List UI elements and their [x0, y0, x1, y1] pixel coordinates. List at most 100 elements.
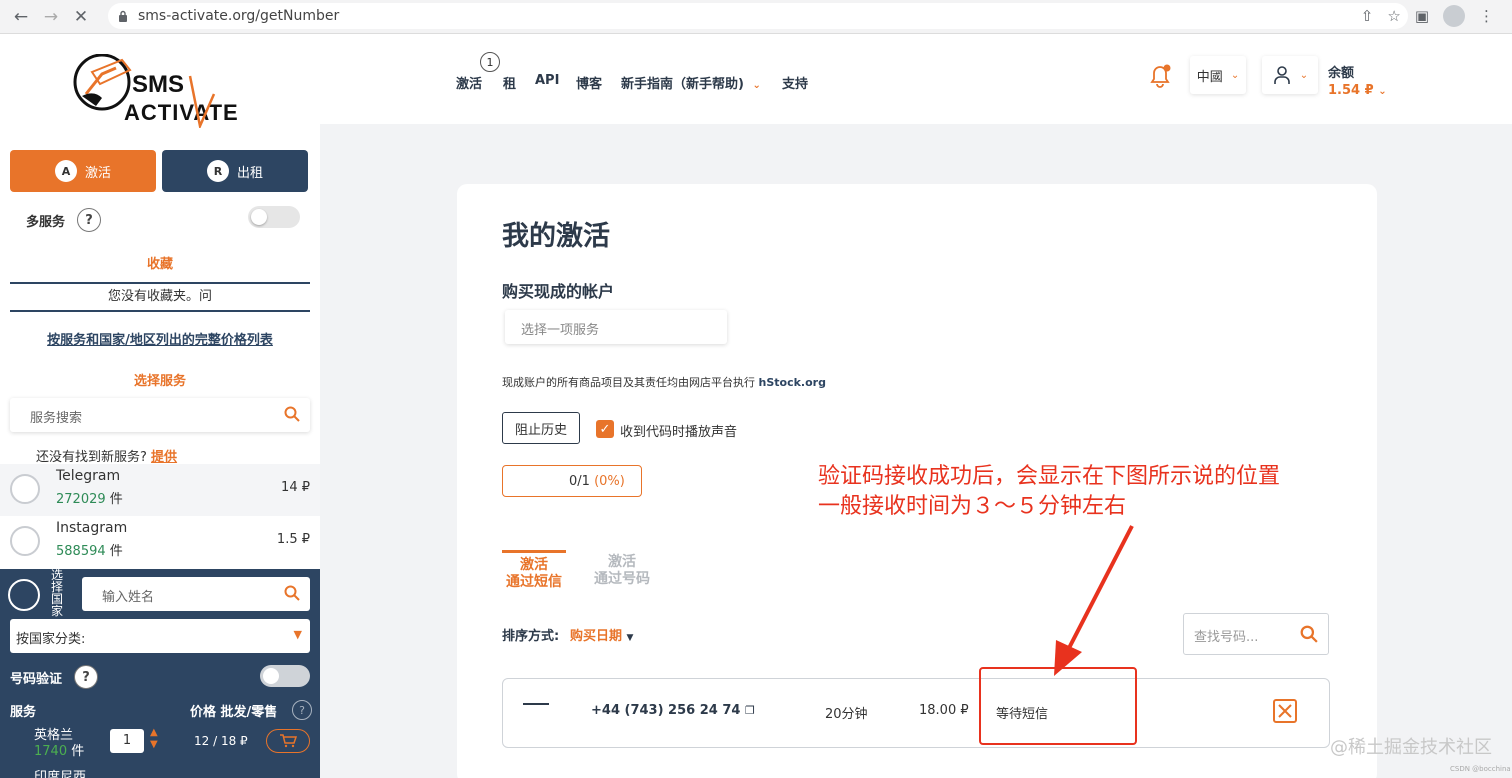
balance-amount: 1.54 ₽: [1328, 83, 1374, 98]
bell-icon[interactable]: [1146, 62, 1174, 94]
progress-percent: (0%): [594, 474, 625, 489]
user-menu-button[interactable]: ⌄: [1262, 56, 1318, 94]
search-icon[interactable]: [1300, 625, 1318, 647]
service-item-telegram[interactable]: Telegram 272029 件 14 ₽: [0, 464, 320, 516]
caret-down-icon: ▼: [626, 633, 634, 643]
number-verify-row: 号码验证 ?: [10, 665, 99, 689]
service-radio[interactable]: [10, 526, 40, 556]
service-column-header: 服务: [10, 705, 37, 720]
favorites-title: 收藏: [146, 257, 173, 272]
service-price: 1.5 ₽: [276, 532, 310, 547]
price-list-link[interactable]: 按服务和国家/地区列出的完整价格列表: [0, 329, 320, 348]
country-panel: 选择国家 输入姓名 按国家分类: ▼ 号码验证 ? 服务 价格 批发/零售 ? …: [0, 569, 320, 778]
sms-activate-logo[interactable]: SMS ACTIVATE: [72, 53, 252, 131]
search-icon[interactable]: [284, 585, 300, 605]
block-history-button[interactable]: 阻止历史: [502, 412, 580, 444]
sound-checkbox-label: 收到代码时播放声音: [620, 425, 738, 440]
browser-toolbar: ← → ✕ sms-activate.org/getNumber ⇧ ☆ ▣ ⋮: [0, 0, 1512, 34]
share-icon[interactable]: ⇧: [1361, 7, 1374, 25]
nav-guide-label: 新手指南（新手帮助): [621, 77, 744, 92]
find-number-input[interactable]: 查找号码...: [1183, 613, 1329, 655]
nav-rent[interactable]: 租: [503, 73, 516, 92]
quantity-stepper-icon[interactable]: ▲ ▼: [150, 727, 158, 751]
cancel-activation-button[interactable]: [1273, 699, 1297, 723]
bookmark-star-icon[interactable]: ☆: [1387, 7, 1400, 25]
nav-guide[interactable]: 新手指南（新手帮助) ⌄: [621, 73, 761, 92]
multi-service-row: 多服务 ?: [26, 208, 102, 232]
multi-service-toggle[interactable]: [248, 206, 300, 228]
lock-icon: [118, 10, 128, 22]
tab-activate-by-sms[interactable]: 激活 通过短信: [502, 550, 566, 591]
progress-count: 0/1: [569, 474, 590, 489]
collapse-dash-icon[interactable]: [523, 703, 549, 705]
quantity-input[interactable]: 1: [110, 729, 144, 753]
sort-value: 购买日期: [570, 629, 623, 644]
tab-label: 激活: [608, 554, 636, 570]
nav-activate[interactable]: 激活: [456, 73, 482, 92]
profile-avatar[interactable]: [1443, 5, 1465, 27]
search-icon[interactable]: [284, 406, 300, 426]
platform-note: 现成账户的所有商品项目及其责任均由网店平台执行 hStock.org: [502, 374, 826, 390]
back-arrow-icon[interactable]: ←: [6, 2, 36, 32]
tab-activate-by-number[interactable]: 激活 通过号码: [590, 550, 654, 588]
service-search-input[interactable]: 服务搜索: [10, 398, 310, 432]
service-radio[interactable]: [10, 474, 40, 504]
watermark-small: CSDN @bocchina: [1450, 765, 1511, 773]
language-label: 中國: [1196, 69, 1223, 85]
not-found-text: 还没有找到新服务?: [36, 450, 147, 465]
sound-checkbox[interactable]: ✓: [596, 420, 614, 438]
annotation-text: 验证码接收成功后，会显示在下图所示说的位置 一般接收时间为３～５分钟左右: [818, 462, 1280, 522]
multi-service-label: 多服务: [26, 214, 66, 230]
menu-kebab-icon[interactable]: ⋮: [1479, 7, 1494, 25]
select-service-title: 选择服务: [133, 374, 186, 389]
service-name: Telegram: [56, 468, 121, 484]
service-count: 588594 件: [56, 544, 123, 559]
rent-label: 出租: [236, 165, 263, 181]
tab-label: 激活: [520, 557, 548, 573]
help-icon[interactable]: ?: [74, 665, 99, 689]
service-select[interactable]: 选择一项服务: [505, 310, 727, 344]
nav-api[interactable]: API: [535, 73, 559, 88]
note-text: 现成账户的所有商品项目及其责任均由网店平台执行: [502, 376, 755, 389]
service-item-instagram[interactable]: Instagram 588594 件 1.5 ₽: [0, 516, 320, 568]
stop-loading-icon[interactable]: ✕: [66, 2, 96, 32]
activate-tab-button[interactable]: A 激活: [10, 150, 156, 192]
annotation-arrow: [1054, 525, 1134, 676]
help-icon[interactable]: ?: [77, 208, 102, 232]
balance-value[interactable]: 1.54 ₽ ⌄: [1328, 83, 1387, 98]
price-column-header: 价格 批发/零售: [190, 705, 278, 720]
activate-label: 激活: [84, 165, 111, 181]
sidebar: SMS ACTIVATE A 激活 R 出租 多服务 ? 收藏 您没有收藏夹。问…: [0, 34, 320, 778]
annotation-line: 验证码接收成功后，会显示在下图所示说的位置: [818, 464, 1281, 489]
address-bar[interactable]: sms-activate.org/getNumber: [108, 3, 1408, 29]
rent-badge: 1: [480, 52, 500, 72]
add-to-cart-button[interactable]: [266, 729, 310, 753]
chevron-down-icon: ⌄: [1230, 69, 1240, 81]
service-name: Instagram: [56, 520, 128, 536]
country-sort-select[interactable]: 按国家分类: ▼: [10, 619, 310, 653]
chevron-down-icon: ⌄: [752, 80, 761, 91]
nav-blog[interactable]: 博客: [576, 73, 602, 92]
svg-text:SMS: SMS: [132, 71, 184, 98]
rent-tab-button[interactable]: R 出租: [162, 150, 308, 192]
hstock-link[interactable]: hStock.org: [759, 376, 826, 389]
buy-accounts-title: 购买现成的帐户: [502, 282, 615, 301]
balance-label: 余额: [1328, 66, 1355, 81]
country-radio[interactable]: [8, 579, 40, 611]
chevron-down-icon: ⌄: [1299, 69, 1309, 81]
service-count: 272029 件: [56, 492, 123, 507]
language-select[interactable]: 中國 ⌄: [1190, 56, 1246, 94]
help-icon[interactable]: ?: [292, 700, 312, 720]
copy-icon[interactable]: ❐: [745, 704, 755, 717]
forward-arrow-icon[interactable]: →: [36, 2, 66, 32]
favorites-empty-text: 您没有收藏夹。问: [10, 282, 310, 312]
suggest-service-link[interactable]: 提供: [151, 450, 177, 465]
sidepanel-icon[interactable]: ▣: [1415, 7, 1429, 25]
number-verify-toggle[interactable]: [260, 665, 310, 687]
country-name-input[interactable]: 输入姓名: [82, 577, 310, 611]
activate-icon: A: [54, 160, 77, 182]
phone-number: +44 (743) 256 24 74 ❐: [591, 703, 755, 718]
nav-support[interactable]: 支持: [782, 73, 808, 92]
service-search-placeholder: 服务搜索: [30, 411, 83, 426]
sort-select[interactable]: 购买日期 ▼: [570, 625, 633, 644]
